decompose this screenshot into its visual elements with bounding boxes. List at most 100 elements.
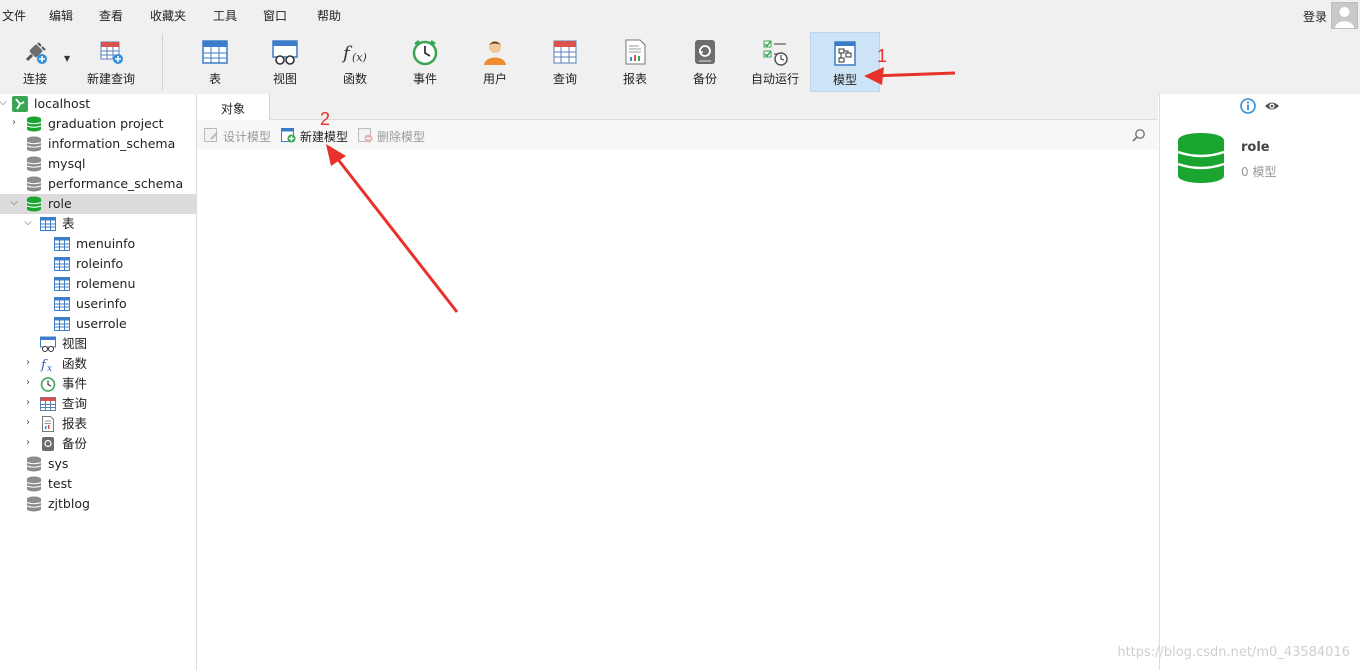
tree-label: sys: [48, 456, 69, 471]
toolbar-separator: [162, 34, 163, 90]
menu-view[interactable]: 查看: [99, 9, 123, 23]
delete-model-label: 删除模型: [377, 130, 426, 144]
tree-table-rolemenu[interactable]: rolemenu: [0, 274, 196, 294]
view-icon: [40, 336, 56, 352]
info-panel: role 0 模型: [1159, 94, 1360, 670]
avatar[interactable]: [1331, 2, 1358, 29]
dropdown-arrow-icon[interactable]: ▼: [64, 54, 70, 63]
svg-text:x: x: [47, 364, 52, 372]
function-button[interactable]: f (x) 函数: [320, 32, 390, 92]
connect-label: 连接: [22, 72, 47, 86]
eye-icon[interactable]: [1264, 98, 1280, 114]
new-query-button[interactable]: 新建查询: [76, 32, 146, 92]
tree-db-test[interactable]: test: [0, 474, 196, 494]
chevron-down-icon[interactable]: ⌵: [9, 197, 19, 211]
view-icon: [272, 40, 298, 65]
backup-button[interactable]: 备份: [670, 32, 740, 92]
tree-label: 表: [62, 216, 75, 231]
tree-db-graduation-project[interactable]: › graduation project: [0, 114, 196, 134]
tree-label: 函数: [62, 356, 88, 371]
tree-connection-localhost[interactable]: ⌵ localhost: [0, 94, 196, 114]
tree-label: 视图: [62, 336, 88, 351]
tab-objects[interactable]: 对象: [197, 94, 270, 120]
info-object-name: role: [1241, 140, 1270, 155]
chevron-right-icon[interactable]: ›: [23, 417, 33, 431]
chevron-right-icon[interactable]: ›: [23, 357, 33, 371]
tree-db-zjtblog[interactable]: zjtblog: [0, 494, 196, 514]
chevron-down-icon[interactable]: ⌵: [0, 97, 8, 111]
menu-tools[interactable]: 工具: [213, 9, 237, 23]
tree-label: graduation project: [48, 116, 164, 131]
menu-favorites[interactable]: 收藏夹: [150, 9, 186, 23]
menu-help[interactable]: 帮助: [317, 9, 341, 23]
menu-file[interactable]: 文件: [2, 9, 26, 23]
tree-group-queries[interactable]: › 查询: [0, 394, 196, 414]
tree-db-mysql[interactable]: mysql: [0, 154, 196, 174]
model-label: 模型: [832, 73, 857, 87]
search-icon[interactable]: [1132, 128, 1146, 142]
tree-group-backups[interactable]: › 备份: [0, 434, 196, 454]
view-label: 视图: [272, 72, 297, 86]
chevron-right-icon[interactable]: ›: [9, 117, 19, 131]
tree-group-reports[interactable]: › 报表: [0, 414, 196, 434]
main-toolbar: 连接 ▼ 新建查询 表 视图 f (x) 函数 事件 用户 查询 报表 备份 自…: [0, 32, 1360, 95]
chevron-right-icon[interactable]: ›: [23, 437, 33, 451]
backup-icon: [42, 437, 54, 451]
design-model-label: 设计模型: [223, 130, 272, 144]
database-icon: [26, 196, 42, 212]
tab-strip: 对象: [197, 94, 1158, 120]
autorun-button[interactable]: 自动运行: [740, 32, 810, 92]
tree-db-information-schema[interactable]: information_schema: [0, 134, 196, 154]
chevron-down-icon[interactable]: ⌵: [23, 217, 33, 231]
chevron-right-icon[interactable]: ›: [23, 397, 33, 411]
database-icon: [26, 156, 42, 172]
table-icon: [54, 277, 70, 291]
table-icon: [54, 297, 70, 311]
tree-label: userinfo: [76, 296, 127, 311]
user-label: 用户: [482, 72, 507, 86]
tree-group-tables[interactable]: ⌵ 表: [0, 214, 196, 234]
tree-label: localhost: [34, 96, 91, 111]
tree-group-functions[interactable]: › f x 函数: [0, 354, 196, 374]
info-icon[interactable]: [1240, 98, 1256, 114]
table-icon: [54, 257, 70, 271]
table-button[interactable]: 表: [180, 32, 250, 92]
tree-label: rolemenu: [76, 276, 136, 291]
menu-window[interactable]: 窗口: [263, 9, 287, 23]
user-button[interactable]: 用户: [460, 32, 530, 92]
tree-group-events[interactable]: › 事件: [0, 374, 196, 394]
tree-table-menuinfo[interactable]: menuinfo: [0, 234, 196, 254]
event-button[interactable]: 事件: [390, 32, 460, 92]
view-button[interactable]: 视图: [250, 32, 320, 92]
query-button[interactable]: 查询: [530, 32, 600, 92]
objects-pane: 对象 设计模型 新建模型 删除模型: [197, 94, 1158, 670]
connect-button[interactable]: 连接 ▼: [0, 32, 70, 92]
tree-db-sys[interactable]: sys: [0, 454, 196, 474]
delete-model-icon: [358, 128, 373, 143]
login-link[interactable]: 登录: [1303, 8, 1327, 25]
tree-label: 报表: [62, 416, 88, 431]
database-icon: [26, 116, 42, 132]
report-button[interactable]: 报表: [600, 32, 670, 92]
model-button[interactable]: 模型: [810, 32, 880, 92]
autorun-icon: [763, 40, 788, 66]
menu-edit[interactable]: 编辑: [49, 9, 73, 23]
tree-table-userinfo[interactable]: userinfo: [0, 294, 196, 314]
tree-group-views[interactable]: 视图: [0, 334, 196, 354]
chevron-right-icon[interactable]: ›: [23, 377, 33, 391]
function-icon: f x: [40, 358, 52, 372]
backup-label: 备份: [692, 72, 717, 86]
tree-label: zjtblog: [48, 496, 90, 511]
tree-label: information_schema: [48, 136, 176, 151]
annotation-number-1: 1: [877, 46, 888, 66]
tree-db-performance-schema[interactable]: performance_schema: [0, 174, 196, 194]
tree-table-userrole[interactable]: userrole: [0, 314, 196, 334]
connection-icon: [12, 96, 28, 112]
event-label: 事件: [412, 72, 437, 86]
report-icon: [42, 416, 54, 432]
function-label: 函数: [342, 72, 367, 86]
table-icon: [40, 217, 56, 231]
tree-db-role[interactable]: ⌵ role: [0, 194, 196, 214]
tree-table-roleinfo[interactable]: roleinfo: [0, 254, 196, 274]
tree-label: performance_schema: [48, 176, 184, 191]
